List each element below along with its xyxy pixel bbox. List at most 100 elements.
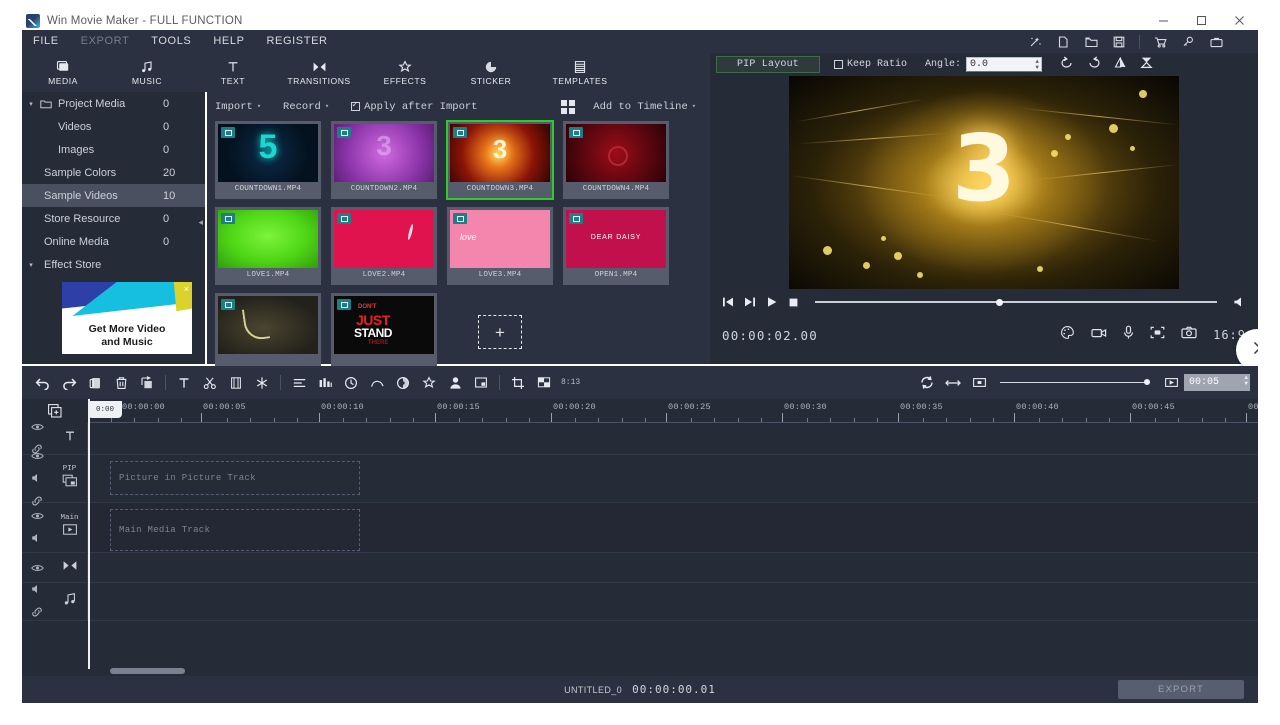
play-icon[interactable] bbox=[766, 296, 778, 308]
menu-export[interactable]: EXPORT bbox=[70, 30, 141, 53]
menu-file[interactable]: FILE bbox=[22, 30, 70, 53]
link-icon[interactable] bbox=[31, 604, 43, 622]
pip-track-placeholder[interactable]: Picture in Picture Track bbox=[110, 461, 360, 495]
duplicate-icon[interactable] bbox=[134, 366, 160, 399]
volume-icon[interactable] bbox=[1233, 296, 1246, 308]
media-item[interactable]: COUNTDOWN4.MP4 bbox=[563, 121, 669, 199]
track-body-pip[interactable]: Picture in Picture Track bbox=[88, 455, 1258, 502]
favorite-star-icon[interactable] bbox=[416, 366, 442, 399]
tab-sticker[interactable]: STICKER bbox=[448, 53, 534, 92]
chevron-down-icon-2[interactable]: ▾ bbox=[22, 261, 40, 269]
color-wheel-icon[interactable] bbox=[390, 366, 416, 399]
briefcase-icon[interactable] bbox=[1202, 30, 1230, 53]
palette-icon[interactable] bbox=[1060, 325, 1075, 345]
clip-duration-field[interactable]: 00:05 ▲ ▼ bbox=[1184, 374, 1250, 391]
sidebar-item-effect-store[interactable]: ▾ Effect Store bbox=[22, 253, 205, 276]
rotate-left-icon[interactable] bbox=[1060, 56, 1074, 74]
scrollbar-thumb[interactable] bbox=[110, 668, 185, 674]
spinner-icon[interactable]: ▲ ▼ bbox=[1035, 59, 1039, 71]
sidebar-item-store-resource[interactable]: Store Resource 0 bbox=[22, 207, 205, 230]
pip-frame-icon[interactable] bbox=[468, 366, 494, 399]
apply-after-import-checkbox[interactable]: Apply after Import bbox=[351, 100, 477, 113]
spinner-icon[interactable]: ▲ ▼ bbox=[1244, 375, 1248, 387]
person-mask-icon[interactable] bbox=[442, 366, 468, 399]
eye-visibility-icon[interactable] bbox=[30, 507, 44, 525]
save-icon[interactable] bbox=[1105, 30, 1133, 53]
grid-view-icon[interactable] bbox=[561, 99, 576, 114]
new-project-icon[interactable] bbox=[1049, 30, 1077, 53]
menu-tools[interactable]: TOOLS bbox=[140, 30, 202, 53]
snapshot-icon[interactable] bbox=[1181, 326, 1197, 344]
speed-clock-icon[interactable] bbox=[338, 366, 364, 399]
playhead-line[interactable] bbox=[88, 399, 90, 669]
promo-banner[interactable]: × Get More Video and Music bbox=[62, 282, 192, 354]
import-button[interactable]: Import ▾ bbox=[215, 101, 261, 113]
split-scissors-icon[interactable] bbox=[197, 366, 223, 399]
media-item[interactable]: DON'T JUST STAND THERE bbox=[331, 293, 437, 371]
crop-icon[interactable] bbox=[505, 366, 531, 399]
checkbox-checked-icon[interactable] bbox=[351, 100, 361, 111]
media-item[interactable]: LOVE1.MP4 bbox=[215, 207, 321, 285]
track-body-main[interactable]: Main Media Track bbox=[88, 503, 1258, 552]
zoom-out-clip-icon[interactable] bbox=[966, 366, 992, 399]
chevron-down-icon[interactable]: ▾ bbox=[22, 100, 40, 108]
angle-input[interactable]: 0.0 ▲ ▼ bbox=[966, 57, 1043, 72]
sidebar-item-online-media[interactable]: Online Media 0 bbox=[22, 230, 205, 253]
tab-effects[interactable]: EFFECTS bbox=[362, 53, 448, 92]
sidebar-item-project-media[interactable]: ▾ Project Media 0 bbox=[22, 92, 205, 115]
media-item-selected[interactable]: COUNTDOWN3.MP4 bbox=[446, 120, 554, 200]
close-button[interactable] bbox=[1220, 11, 1258, 30]
eye-visibility-icon[interactable] bbox=[30, 447, 44, 465]
video-preview[interactable]: 3 bbox=[710, 76, 1258, 289]
mosaic-icon[interactable] bbox=[531, 366, 557, 399]
rotate-right-icon[interactable] bbox=[1087, 56, 1101, 74]
media-item[interactable]: COUNTDOWN2.MP4 bbox=[331, 121, 437, 199]
promo-close-icon[interactable]: × bbox=[184, 284, 189, 294]
add-media-placeholder[interactable]: + bbox=[447, 293, 553, 371]
timeline-horizontal-scrollbar[interactable] bbox=[110, 668, 1270, 674]
sidebar-item-sample-videos[interactable]: Sample Videos 10 bbox=[22, 184, 205, 207]
fit-screen-icon[interactable] bbox=[1150, 326, 1165, 344]
keep-ratio-checkbox[interactable]: Keep Ratio bbox=[834, 59, 907, 70]
timeline-ruler[interactable]: 00:00:00 00:00:05 00:00:10 00:00:15 00:0… bbox=[88, 399, 1258, 423]
freeze-frame-icon[interactable] bbox=[249, 366, 275, 399]
sidebar-item-videos[interactable]: Videos 0 bbox=[22, 115, 205, 138]
tab-transitions[interactable]: TRANSITIONS bbox=[276, 53, 362, 92]
maximize-button[interactable] bbox=[1182, 11, 1220, 30]
menu-help[interactable]: HELP bbox=[202, 30, 255, 53]
sidebar-item-sample-colors[interactable]: Sample Colors 20 bbox=[22, 161, 205, 184]
tab-media[interactable]: MEDIA bbox=[22, 53, 104, 92]
text-t-icon[interactable] bbox=[171, 366, 197, 399]
tab-music[interactable]: MUSIC bbox=[104, 53, 190, 92]
eye-visibility-icon[interactable] bbox=[30, 418, 44, 436]
eye-visibility-icon[interactable] bbox=[30, 559, 44, 577]
stop-icon[interactable] bbox=[788, 297, 799, 308]
flip-vertical-icon[interactable] bbox=[1140, 56, 1153, 74]
track-body-music[interactable] bbox=[88, 583, 1258, 620]
media-item[interactable]: OPEN1.MP4 bbox=[563, 207, 669, 285]
copy-icon[interactable] bbox=[82, 366, 108, 399]
sidebar-item-images[interactable]: Images 0 bbox=[22, 138, 205, 161]
magic-wand-icon[interactable] bbox=[1021, 30, 1049, 53]
curve-icon[interactable] bbox=[364, 366, 390, 399]
timeline-zoom-slider[interactable] bbox=[1000, 379, 1150, 386]
film-strip-icon[interactable] bbox=[223, 366, 249, 399]
microphone-icon[interactable] bbox=[1123, 325, 1134, 345]
menu-register[interactable]: REGISTER bbox=[256, 30, 339, 53]
media-item[interactable]: LOVE3.MP4 bbox=[447, 207, 553, 285]
audio-mix-icon[interactable] bbox=[286, 366, 312, 399]
sidebar-collapse-icon[interactable]: ◂ bbox=[198, 217, 203, 228]
undo-icon[interactable] bbox=[30, 366, 56, 399]
minimize-button[interactable] bbox=[1144, 11, 1182, 30]
plus-icon[interactable]: + bbox=[478, 315, 522, 349]
chevron-down-icon[interactable]: ▾ bbox=[325, 102, 329, 111]
export-button[interactable]: EXPORT bbox=[1118, 680, 1244, 699]
video-camera-icon[interactable] bbox=[1091, 326, 1107, 344]
tab-text[interactable]: TEXT bbox=[190, 53, 276, 92]
seek-handle[interactable] bbox=[995, 298, 1003, 306]
media-item[interactable]: COUNTDOWN1.MP4 bbox=[215, 121, 321, 199]
mute-audio-icon[interactable] bbox=[31, 470, 44, 488]
chevron-down-icon[interactable]: ▾ bbox=[257, 102, 261, 111]
pip-layout-button[interactable]: PIP Layout bbox=[716, 56, 820, 73]
equalizer-icon[interactable] bbox=[312, 366, 338, 399]
